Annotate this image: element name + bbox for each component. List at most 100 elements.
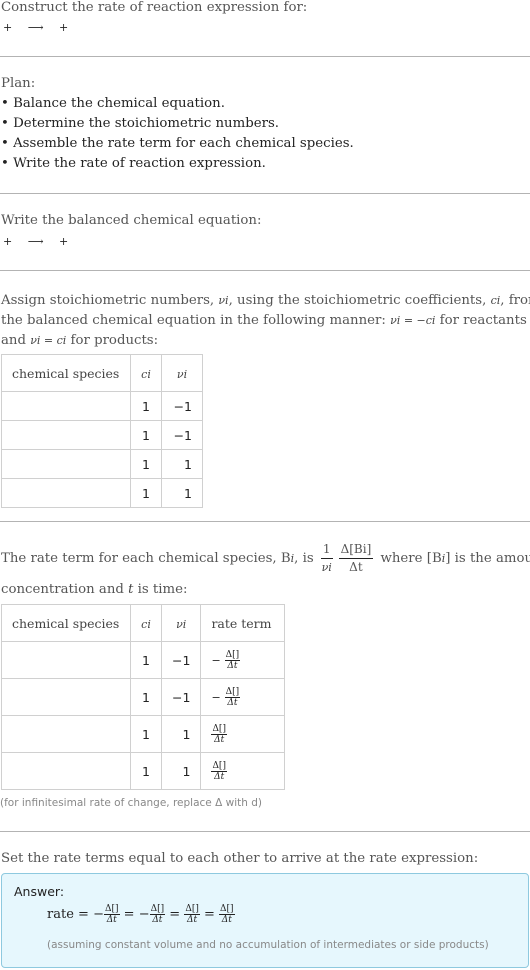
nu-i-symbol: νi bbox=[218, 294, 229, 307]
table-header-row: chemical species ci νi bbox=[1, 354, 203, 392]
balanced-heading: Write the balanced chemical equation: bbox=[1, 213, 262, 228]
header-chemical-species: chemical species bbox=[1, 604, 131, 642]
nui-cell: −1 bbox=[160, 641, 202, 679]
text: and bbox=[1, 333, 31, 348]
reaction-arrow-icon: ⟶ bbox=[27, 235, 45, 248]
reaction-arrow-icon: ⟶ bbox=[27, 21, 45, 34]
text: is time: bbox=[133, 582, 188, 597]
fraction-denominator: Δt bbox=[152, 915, 163, 925]
fraction-numerator: Δ[] bbox=[224, 686, 241, 698]
fraction-denominator: Δt bbox=[187, 915, 198, 925]
ci-cell: 1 bbox=[130, 678, 162, 716]
rate-term-cell: Δ[] Δt bbox=[200, 715, 286, 753]
product-formula: νi = ci bbox=[30, 334, 67, 347]
fraction-numerator: Δ[] bbox=[103, 904, 120, 915]
delta-conc-over-delta-t-fraction: Δ[Bi] Δt bbox=[338, 541, 374, 576]
intro-heading: Construct the rate of reaction expressio… bbox=[1, 0, 308, 15]
fraction-numerator: Δ[Bi] bbox=[338, 541, 374, 559]
rate-label: rate bbox=[47, 907, 74, 922]
table-row: 1 1 Δ[] Δt bbox=[1, 715, 286, 753]
fraction-numerator: Δ[] bbox=[211, 760, 227, 772]
fraction-denominator: Δt bbox=[214, 771, 225, 782]
rate-term-text-line1: The rate term for each chemical species,… bbox=[1, 540, 530, 578]
nui-cell: 1 bbox=[161, 449, 203, 479]
rate-fraction: Δ[] Δt bbox=[184, 904, 200, 925]
text: , using the stoichiometric coefficients, bbox=[228, 293, 491, 308]
equals-sign: = bbox=[123, 907, 135, 922]
species-cell bbox=[1, 420, 131, 450]
header-chemical-species: chemical species bbox=[1, 354, 131, 392]
assumption-note: (assuming constant volume and no accumul… bbox=[47, 939, 489, 951]
plan-step: • Determine the stoichiometric numbers. bbox=[1, 116, 280, 131]
species-cell bbox=[1, 641, 131, 679]
text: ] is the amount bbox=[445, 551, 530, 566]
ci-cell: 1 bbox=[130, 752, 162, 790]
minus-sign: − bbox=[211, 690, 221, 704]
rate-fraction: Δ[] Δt bbox=[149, 904, 166, 925]
minus-sign: − bbox=[93, 907, 104, 922]
nui-cell: 1 bbox=[160, 752, 202, 790]
reactant-formula: νi = −ci bbox=[390, 314, 436, 327]
fraction-numerator: Δ[] bbox=[224, 649, 241, 661]
nui-cell: 1 bbox=[160, 715, 202, 753]
species-cell bbox=[1, 715, 131, 753]
plus-sign: + bbox=[59, 235, 70, 248]
divider bbox=[0, 831, 530, 832]
ci-cell: 1 bbox=[130, 715, 162, 753]
header-ci: ci bbox=[130, 604, 162, 642]
text: for reactants bbox=[435, 313, 527, 328]
text: , is bbox=[294, 551, 314, 566]
fraction-numerator: Δ[] bbox=[219, 904, 235, 915]
table-row: 1 1 bbox=[1, 449, 203, 479]
ci-cell: 1 bbox=[130, 420, 162, 450]
fraction-numerator: 1 bbox=[320, 541, 333, 559]
table-header-row: chemical species ci νi rate term bbox=[1, 604, 286, 642]
rate-fraction: Δ[] Δt bbox=[103, 904, 120, 925]
ci-symbol: ci bbox=[141, 367, 151, 381]
plus-sign: + bbox=[3, 235, 14, 248]
rate-fraction: Δ[] Δt bbox=[224, 686, 241, 708]
fraction-denominator: νi bbox=[321, 561, 332, 574]
ci-cell: 1 bbox=[130, 478, 162, 508]
fraction-denominator: Δt bbox=[221, 915, 232, 925]
plus-sign: + bbox=[3, 21, 14, 34]
answer-label: Answer: bbox=[14, 884, 65, 899]
species-cell bbox=[1, 478, 131, 508]
text: Assign stoichiometric numbers, bbox=[1, 293, 219, 308]
answer-box: Answer: rate = − Δ[] Δt = − Δ[] Δt = Δ[] Δt =… bbox=[1, 873, 529, 968]
fraction-denominator: Δt bbox=[349, 560, 363, 574]
rate-fraction: Δ[] Δt bbox=[219, 904, 235, 925]
table-row: 1 −1 bbox=[1, 391, 203, 421]
ci-cell: 1 bbox=[130, 449, 162, 479]
fraction-denominator: Δt bbox=[106, 915, 117, 925]
fraction-denominator: Δt bbox=[227, 660, 238, 671]
fraction-numerator: Δ[] bbox=[184, 904, 200, 915]
c-i-symbol: ci bbox=[490, 294, 501, 307]
species-cell bbox=[1, 449, 131, 479]
nui-cell: 1 bbox=[161, 478, 203, 508]
header-nui: νi bbox=[161, 354, 203, 392]
rate-term-cell: − Δ[] Δt bbox=[200, 678, 286, 716]
nui-cell: −1 bbox=[161, 391, 203, 421]
text: for products: bbox=[66, 333, 159, 348]
text: , from bbox=[500, 293, 530, 308]
ci-symbol: ci bbox=[141, 617, 151, 631]
plan-step: • Balance the chemical equation. bbox=[1, 96, 225, 111]
plus-sign: + bbox=[59, 21, 70, 34]
equals-sign: = bbox=[78, 907, 89, 922]
table-row: 1 1 Δ[] Δt bbox=[1, 752, 286, 790]
species-cell bbox=[1, 752, 131, 790]
nui-symbol: νi bbox=[176, 367, 188, 381]
divider bbox=[0, 193, 530, 194]
minus-sign: − bbox=[211, 653, 221, 667]
text: where [B bbox=[380, 551, 442, 566]
rate-term-cell: − Δ[] Δt bbox=[200, 641, 286, 679]
table-row: 1 −1 − Δ[] Δt bbox=[1, 641, 286, 679]
nui-cell: −1 bbox=[161, 420, 203, 450]
stoich-table: chemical species ci νi 1 −1 1 −1 1 1 1 1 bbox=[1, 354, 203, 508]
ci-cell: 1 bbox=[130, 641, 162, 679]
infinitesimal-note: (for infinitesimal rate of change, repla… bbox=[0, 797, 262, 809]
table-row: 1 −1 bbox=[1, 420, 203, 450]
final-heading: Set the rate terms equal to each other t… bbox=[1, 851, 479, 866]
table-row: 1 −1 − Δ[] Δt bbox=[1, 678, 286, 716]
